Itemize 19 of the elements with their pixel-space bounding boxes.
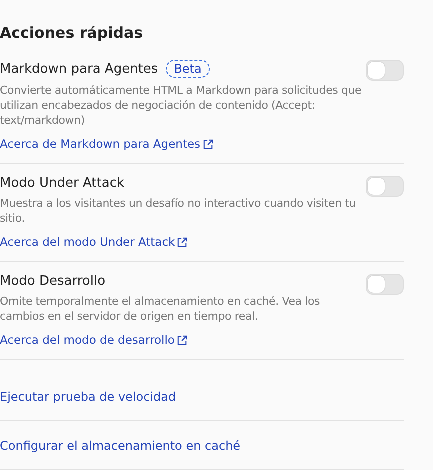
external-link-icon: [202, 138, 214, 150]
beta-badge: Beta: [166, 60, 210, 78]
action-link[interactable]: Configurar el almacenamiento en caché: [0, 439, 241, 453]
section-title: Acciones rápidas: [0, 24, 144, 42]
external-link-icon: [177, 236, 188, 248]
action-link[interactable]: Ejecutar prueba de velocidad: [0, 390, 176, 404]
toggle-switch[interactable]: [366, 176, 404, 197]
docs-link[interactable]: Acerca del modo Under Attack: [0, 235, 188, 249]
setting-title: Modo Desarrollo: [0, 274, 106, 289]
docs-link[interactable]: Acerca del modo de desarrollo: [0, 333, 188, 347]
setting-description: Convierte automáticamente HTML a Markdown para solicitudes que utilizan encabezados de negociación de contenido (Accept: text/markdown): [0, 83, 363, 128]
external-link-icon: [176, 334, 188, 346]
toggle-switch[interactable]: [366, 60, 404, 81]
setting-description: Muestra a los visitantes un desafío no interactivo cuando visiten tu sitio.: [0, 196, 358, 226]
docs-link[interactable]: Acerca de Markdown para Agentes: [0, 137, 214, 151]
setting-description: Omite temporalmente el almacenamiento en caché. Vea los cambios en el servidor de origen en tiempo real.: [0, 294, 322, 324]
setting-title: Markdown para Agentes: [0, 62, 158, 76]
setting-title: Modo Under Attack: [0, 176, 124, 191]
toggle-switch[interactable]: [366, 274, 404, 295]
